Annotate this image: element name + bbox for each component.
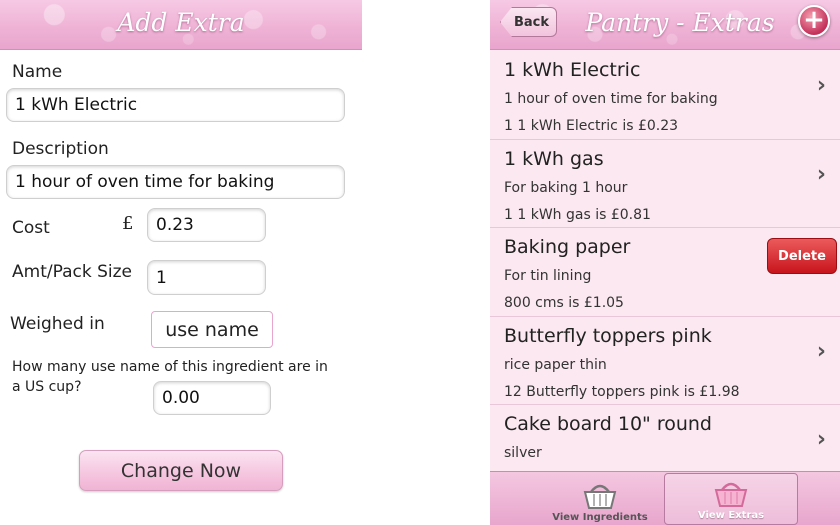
pantry-navbar: Back Pantry - Extras + <box>490 0 840 50</box>
basket-icon <box>583 484 617 509</box>
description-label: Description <box>12 139 109 159</box>
tab-label: View Extras <box>697 510 765 521</box>
add-extra-screen: Add Extra Name 1 kWh Electric Descriptio… <box>0 0 362 525</box>
cup-amount-input[interactable]: 0.00 <box>153 381 271 415</box>
item-description: rice paper thin <box>504 356 607 373</box>
weighed-in-selector[interactable]: use name <box>151 311 273 348</box>
item-price: 800 cms is £1.05 <box>504 295 624 311</box>
chevron-right-icon: › <box>816 161 826 187</box>
item-title: Baking paper <box>504 236 631 258</box>
chevron-right-icon: › <box>816 338 826 364</box>
name-label: Name <box>12 62 63 82</box>
item-title: Butterfly toppers pink <box>504 324 712 347</box>
add-icon[interactable]: + <box>798 5 830 37</box>
page-title: Add Extra <box>117 8 245 37</box>
item-title: Cake board 10" round <box>504 413 712 435</box>
tab-view-ingredients[interactable]: View Ingredients <box>533 472 667 525</box>
change-now-button[interactable]: Change Now <box>79 450 283 491</box>
weighed-in-label: Weighed in <box>10 314 105 334</box>
description-input[interactable]: 1 hour of oven time for baking <box>6 165 345 199</box>
chevron-right-icon: › <box>816 73 826 98</box>
list-item[interactable]: Baking paper For tin lining 800 cms is £… <box>490 228 840 317</box>
tab-label: View Ingredients <box>552 512 648 523</box>
item-title: 1 kWh Electric <box>504 59 641 81</box>
basket-icon <box>714 482 748 507</box>
item-description: silver <box>504 445 542 461</box>
amt-pack-size-label: Amt/Pack Size <box>12 262 132 282</box>
chevron-right-icon: › <box>816 427 826 452</box>
cost-label: Cost <box>12 218 50 238</box>
tab-bar: View Ingredients View Extras <box>490 471 840 525</box>
list-item[interactable]: Butterfly toppers pink rice paper thin 1… <box>490 316 840 405</box>
pantry-extras-screen: Back Pantry - Extras + 1 kWh Electric 1 … <box>490 0 840 525</box>
currency-symbol: £ <box>122 213 134 234</box>
list-item[interactable]: 1 kWh Electric 1 hour of oven time for b… <box>490 51 840 140</box>
add-extra-navbar: Add Extra <box>0 0 362 50</box>
tab-view-extras[interactable]: View Extras <box>664 473 798 525</box>
page-title: Pantry - Extras <box>585 8 775 37</box>
item-price: 1 1 kWh gas is £0.81 <box>504 206 651 223</box>
extras-list: 1 kWh Electric 1 hour of oven time for b… <box>490 51 840 494</box>
item-price: 1 1 kWh Electric is £0.23 <box>504 118 679 134</box>
item-title: 1 kWh gas <box>504 147 604 170</box>
list-item[interactable]: 1 kWh gas For baking 1 hour 1 1 kWh gas … <box>490 139 840 228</box>
item-description: For tin lining <box>504 268 592 284</box>
item-description: 1 hour of oven time for baking <box>504 91 718 107</box>
item-description: For baking 1 hour <box>504 179 628 196</box>
name-input[interactable]: 1 kWh Electric <box>6 88 345 122</box>
amt-pack-size-input[interactable]: 1 <box>147 260 266 295</box>
item-price: 12 Butterfly toppers pink is £1.98 <box>504 383 740 400</box>
delete-button[interactable]: Delete <box>767 238 837 274</box>
cost-input[interactable]: 0.23 <box>147 208 266 242</box>
